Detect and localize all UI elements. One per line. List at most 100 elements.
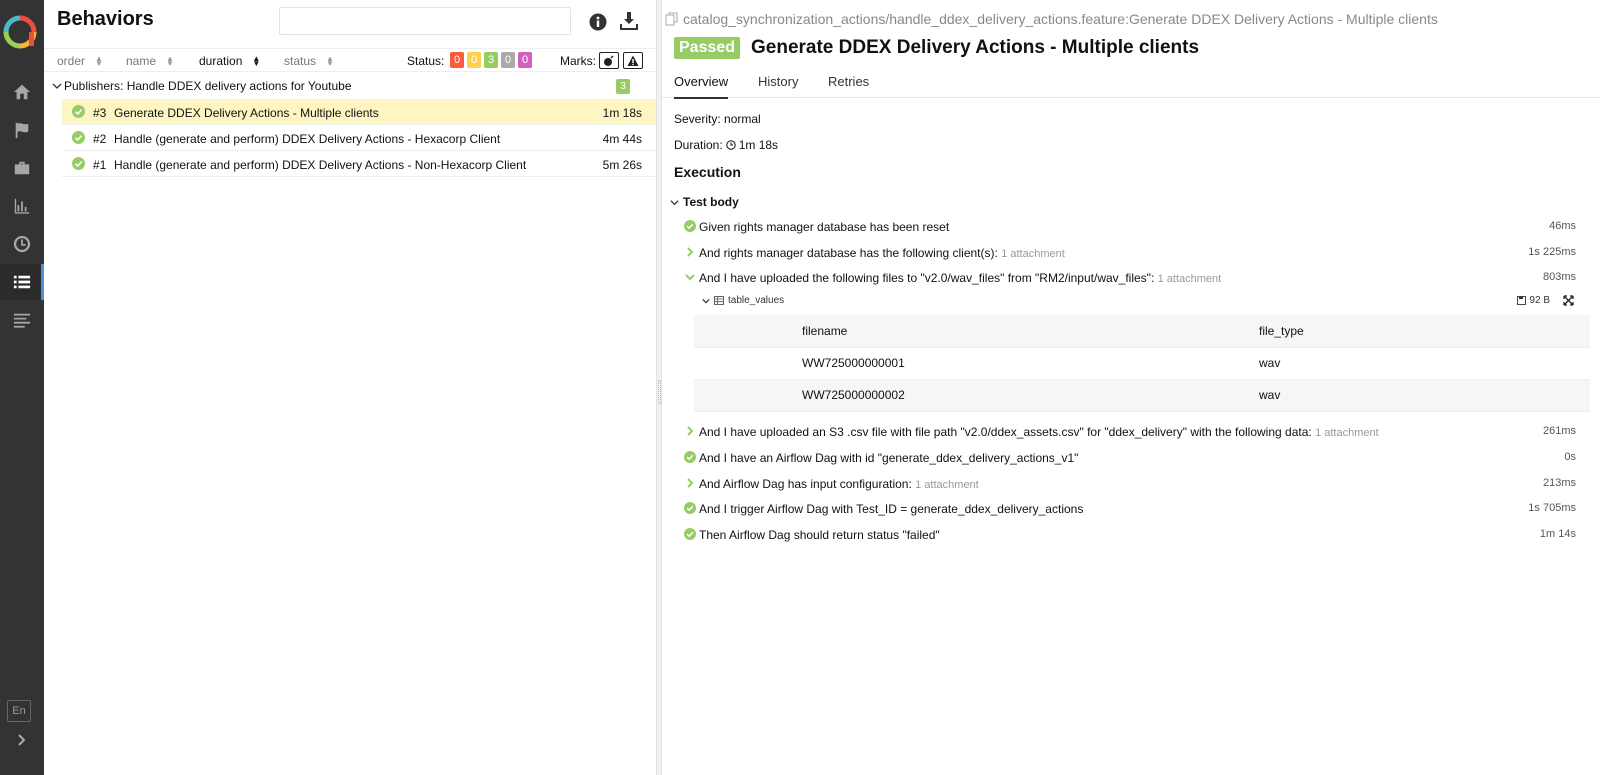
check-circle-icon (72, 105, 85, 118)
status-count-badge[interactable]: 0 (501, 52, 515, 68)
check-circle-icon (684, 528, 696, 540)
status-filter-label: Status: (407, 54, 445, 68)
test-duration: 4m 44s (602, 132, 642, 146)
step-row: Given rights manager database has been r… (684, 217, 1576, 237)
clock-icon (13, 235, 31, 253)
sort-arrows-icon: ▲ ▼ (166, 54, 174, 68)
clock-icon (726, 140, 736, 150)
sort-toolbar: order ▲ ▼ name ▲ ▼ duration ▲ ▼ status ▲ ▼ S… (44, 48, 656, 72)
step-duration: 0s (1564, 451, 1576, 463)
collapse-sidebar-button[interactable] (0, 728, 44, 752)
step-duration: 803ms (1542, 271, 1576, 283)
mark-flaky-button[interactable] (599, 52, 619, 69)
status-count-badge[interactable]: 0 (518, 52, 532, 68)
step-duration: 46ms (1549, 220, 1576, 232)
nav-graphs[interactable] (0, 188, 44, 224)
test-body-label: Test body (683, 195, 739, 209)
sort-arrows-icon: ▲ ▼ (252, 54, 261, 68)
step-text: And Airflow Dag has input configuration:… (699, 477, 979, 491)
attachment-size: 92 B (1517, 295, 1550, 306)
info-icon[interactable] (589, 13, 607, 31)
chevron-right-icon (687, 478, 694, 488)
table-cell: wav (1259, 347, 1590, 380)
status-filter-badges: 00300 (450, 52, 532, 68)
language-button[interactable]: En (7, 700, 31, 722)
breadcrumb-text: catalog_synchronization_actions/handle_d… (683, 11, 1438, 27)
nav-behaviors[interactable] (0, 264, 44, 300)
tree-pane: Behaviors order ▲ ▼ name ▲ ▼ duration ▲ ▼ s… (44, 0, 656, 775)
check-circle-icon (684, 220, 696, 232)
warning-icon (627, 55, 639, 66)
sort-arrows-icon: ▲ ▼ (326, 54, 334, 68)
tab-overview[interactable]: Overview (674, 74, 729, 99)
test-row[interactable]: #2 Handle (generate and perform) DDEX Del… (62, 125, 656, 151)
table-icon (714, 296, 724, 305)
expand-icon[interactable] (1563, 295, 1574, 306)
status-count-badge[interactable]: 0 (467, 52, 481, 68)
attachment-row[interactable]: table_values 92 B (702, 294, 1576, 310)
step-row[interactable]: And I have uploaded the following files … (684, 268, 1576, 288)
step-duration: 261ms (1542, 425, 1576, 437)
sort-status[interactable]: status ▲ ▼ (284, 54, 334, 68)
step-row[interactable]: And I have uploaded an S3 .csv file with… (684, 422, 1576, 442)
check-circle-icon (72, 157, 85, 170)
nav-timeline[interactable] (0, 226, 44, 262)
briefcase-icon (14, 161, 30, 175)
status-count-badge[interactable]: 3 (484, 52, 498, 68)
status-count-badge[interactable]: 0 (450, 52, 464, 68)
tab-history[interactable]: History (758, 74, 798, 97)
step-text: And rights manager database has the foll… (699, 246, 1065, 260)
step-text: And I have an Airflow Dag with id "gener… (699, 451, 1079, 465)
test-name: Handle (generate and perform) DDEX Deliv… (114, 132, 501, 146)
step-row[interactable]: And rights manager database has the foll… (684, 243, 1576, 263)
mark-new-failed-button[interactable] (623, 52, 643, 69)
test-name: Generate DDEX Delivery Actions - Multipl… (114, 106, 379, 120)
nav-packages[interactable] (0, 302, 44, 338)
sort-order[interactable]: order ▲ ▼ (57, 54, 103, 68)
group-label: Publishers: Handle DDEX delivery actions… (64, 79, 352, 93)
home-icon (13, 84, 31, 100)
sort-arrows-icon: ▲ ▼ (95, 54, 103, 68)
test-result-pane: catalog_synchronization_actions/handle_d… (662, 0, 1600, 775)
step-duration: 213ms (1542, 477, 1576, 489)
list-icon (13, 275, 31, 289)
tab-retries[interactable]: Retries (828, 74, 869, 97)
test-row[interactable]: #3 Generate DDEX Delivery Actions - Multi… (62, 99, 656, 125)
splitter-grip[interactable] (658, 380, 661, 404)
chevron-right-icon (18, 734, 26, 746)
search-input[interactable] (279, 7, 571, 35)
table-header-row: filename file_type (694, 315, 1590, 348)
step-row[interactable]: And Airflow Dag has input configuration:… (684, 474, 1576, 494)
check-circle-icon (684, 451, 696, 463)
table-cell: WW725000000002 (802, 379, 1259, 412)
download-icon[interactable] (619, 11, 639, 31)
table-row: WW725000000001 wav (694, 347, 1590, 380)
bomb-icon (604, 54, 614, 66)
step-row: And I trigger Airflow Dag with Test_ID =… (684, 499, 1576, 519)
nav-categories[interactable] (0, 112, 44, 148)
chevron-down-icon (685, 274, 695, 281)
step-duration: 1m 14s (1539, 528, 1576, 540)
sort-duration[interactable]: duration ▲ ▼ (199, 54, 260, 68)
chevron-right-icon (687, 247, 694, 257)
group-count-badge: 3 (616, 79, 630, 94)
step-text: Given rights manager database has been r… (699, 220, 950, 234)
attachment-name: table_values (702, 295, 784, 306)
nav-overview[interactable] (0, 74, 44, 110)
duration-label: Duration: (674, 138, 723, 152)
duration-value: 1m 18s (738, 138, 779, 152)
table-cell: wav (1259, 379, 1590, 412)
group-row[interactable]: Publishers: Handle DDEX delivery actions… (44, 74, 656, 98)
allure-logo-icon[interactable] (3, 15, 37, 49)
test-body-toggle[interactable]: Test body (670, 195, 739, 209)
table-row: WW725000000002 wav (694, 379, 1590, 412)
test-duration: 1m 18s (602, 106, 642, 120)
timeline-icon (13, 313, 31, 328)
table-header-cell: file_type (1259, 315, 1590, 348)
test-row[interactable]: #1 Handle (generate and perform) DDEX Del… (62, 151, 656, 177)
nav-suites[interactable] (0, 150, 44, 186)
step-text: And I have uploaded the following files … (699, 271, 1222, 285)
sort-name[interactable]: name ▲ ▼ (126, 54, 174, 68)
step-text: Then Airflow Dag should return status "f… (699, 528, 940, 542)
copy-icon[interactable] (665, 12, 679, 26)
